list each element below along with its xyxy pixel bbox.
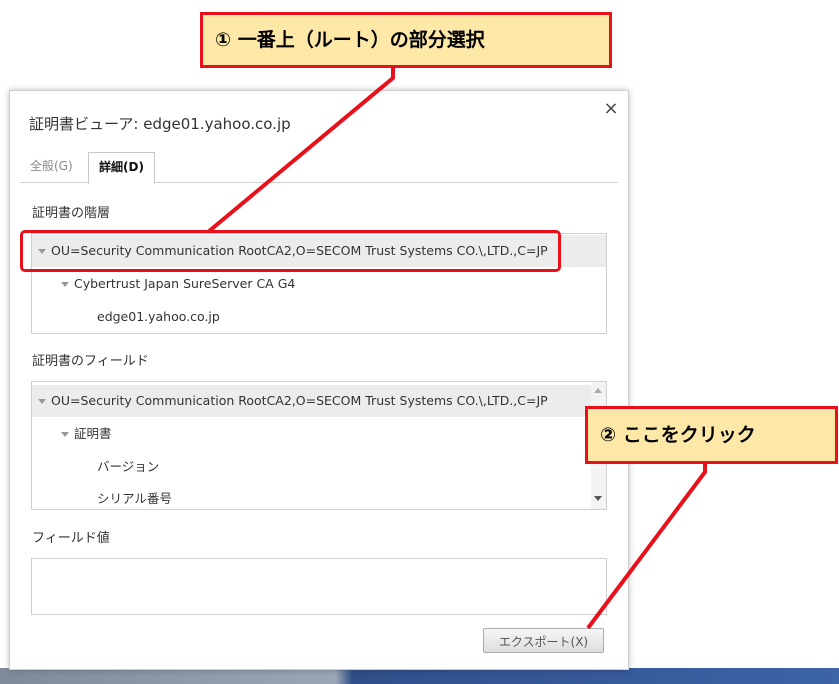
field-item-label: 証明書: [74, 426, 112, 441]
expand-triangle-icon: [61, 432, 69, 437]
export-button[interactable]: エクスポート(X): [483, 628, 604, 653]
expand-triangle-icon: [61, 282, 69, 287]
field-item-root[interactable]: OU=Security Communication RootCA2,O=SECO…: [32, 385, 591, 417]
tab-general[interactable]: 全般(G): [20, 152, 83, 181]
callout-select-root: ① 一番上（ルート）の部分選択: [200, 12, 612, 68]
expand-triangle-icon: [38, 399, 46, 404]
tree-item-leaf[interactable]: edge01.yahoo.co.jp: [32, 301, 220, 333]
scroll-up-icon[interactable]: [594, 388, 602, 393]
tab-bar: 全般(G) 詳細(D): [20, 152, 618, 184]
fields-tree[interactable]: OU=Security Communication RootCA2,O=SECO…: [31, 381, 607, 510]
scroll-down-icon[interactable]: [594, 496, 602, 501]
field-item-label: シリアル番号: [97, 491, 172, 506]
tab-details[interactable]: 詳細(D): [88, 152, 155, 184]
field-item-serial[interactable]: シリアル番号: [32, 483, 172, 509]
fields-label: 証明書のフィールド: [32, 354, 149, 369]
root-highlight-frame: [20, 230, 561, 272]
field-value-label: フィールド値: [32, 531, 110, 546]
field-item-label: OU=Security Communication RootCA2,O=SECO…: [51, 393, 548, 408]
hierarchy-label: 証明書の階層: [32, 206, 111, 221]
certificate-viewer-dialog: 証明書ビューア: edge01.yahoo.co.jp × 全般(G) 詳細(D…: [9, 90, 629, 670]
desktop-background: [0, 668, 839, 684]
dialog-title: 証明書ビューア: edge01.yahoo.co.jp: [29, 115, 291, 133]
tree-item-intermediate[interactable]: Cybertrust Japan SureServer CA G4: [32, 268, 295, 300]
tree-item-label: edge01.yahoo.co.jp: [97, 309, 220, 324]
field-item-label: バージョン: [97, 459, 160, 474]
field-item-version[interactable]: バージョン: [32, 451, 159, 483]
field-item-certificate[interactable]: 証明書: [32, 418, 112, 450]
tree-item-label: Cybertrust Japan SureServer CA G4: [74, 276, 296, 291]
callout-click-here: ② ここをクリック: [585, 406, 838, 464]
close-icon[interactable]: ×: [603, 99, 619, 119]
field-value-box[interactable]: [31, 558, 607, 615]
